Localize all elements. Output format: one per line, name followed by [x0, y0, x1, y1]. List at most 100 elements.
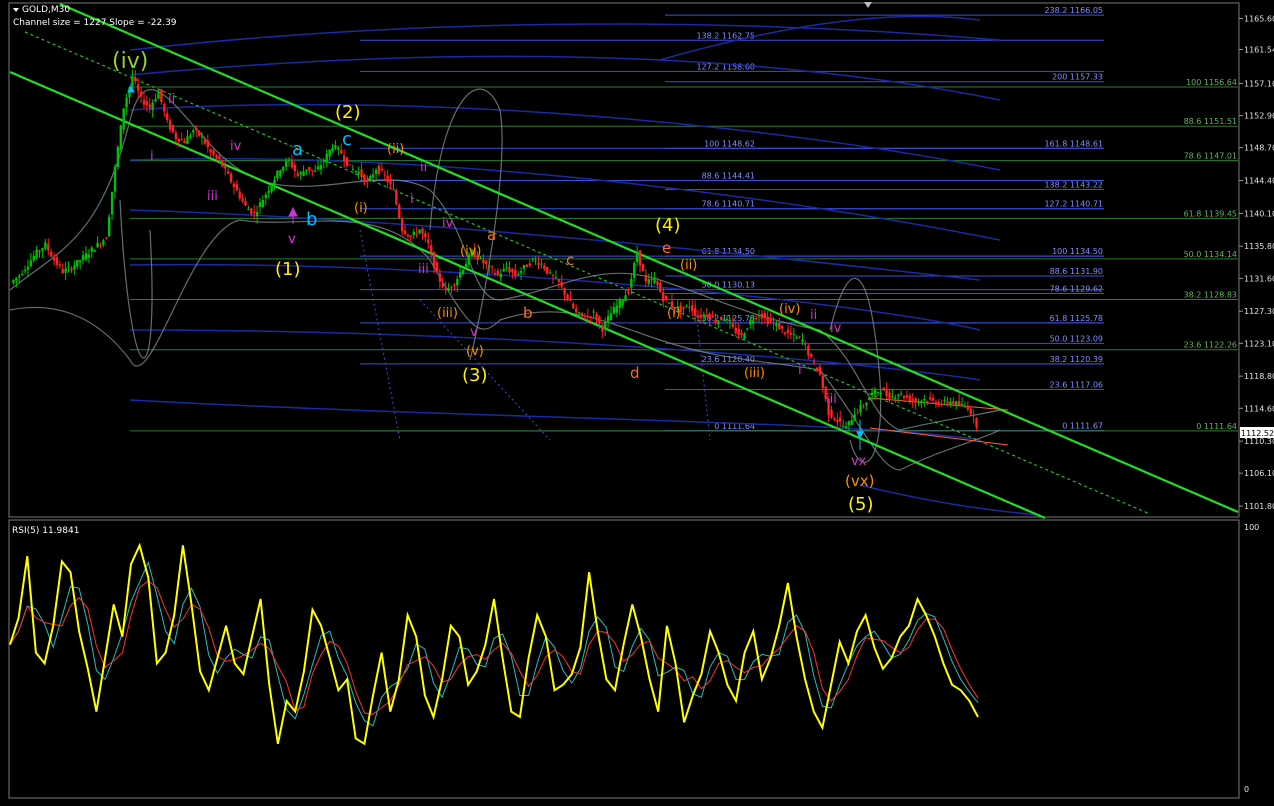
candle-down	[253, 212, 256, 214]
candle-up	[859, 405, 862, 413]
wave-label: (iii)	[744, 366, 765, 381]
candle-down	[763, 313, 766, 318]
candle-down	[105, 237, 108, 240]
fib-green-label: 88.6 1151.51	[1184, 117, 1237, 126]
fib-green-label: 50.0 1134.14	[1184, 250, 1237, 259]
candle-up	[102, 240, 105, 245]
wave-label: (3)	[462, 365, 488, 386]
candle-down	[58, 264, 62, 266]
wave-label: i	[410, 192, 414, 207]
fib-green-label: 0 1111.64	[1196, 422, 1237, 431]
candle-down	[195, 127, 198, 130]
candle-down	[691, 305, 694, 312]
candle-up	[328, 149, 331, 157]
price-tick-label: 1135.80	[1244, 242, 1274, 251]
candle-down	[366, 179, 369, 183]
wave-label: e	[662, 239, 671, 257]
candle-down	[493, 273, 497, 275]
candle-up	[44, 242, 47, 249]
candle-down	[180, 139, 183, 141]
candle-up	[650, 278, 653, 280]
candle-down	[601, 324, 604, 332]
candle-down	[363, 174, 366, 183]
candle-up	[119, 125, 122, 151]
candle-down	[55, 257, 59, 265]
candle-up	[125, 97, 128, 108]
candle-up	[299, 172, 302, 175]
candle-up	[531, 258, 534, 260]
candle-down	[856, 412, 859, 414]
fib-blue-right-label: 50.0 1123.09	[1050, 334, 1103, 343]
candle-down	[348, 164, 352, 166]
candle-down	[427, 239, 430, 244]
candle-down	[183, 140, 186, 144]
candle-down	[250, 208, 253, 215]
candle-down	[70, 268, 73, 271]
candle-down	[940, 403, 943, 405]
candle-up	[157, 91, 160, 99]
wave-label: (ii)	[680, 258, 697, 273]
candle-up	[287, 159, 291, 161]
candle-up	[577, 312, 581, 314]
candle-up	[334, 144, 337, 149]
candle-down	[662, 292, 665, 302]
candle-down	[812, 361, 816, 363]
candle-down	[830, 409, 833, 418]
fib-blue-right-label: 78.6 1129.62	[1050, 284, 1103, 293]
candle-down	[403, 230, 407, 235]
candle-down	[485, 260, 488, 264]
wave-label: a	[487, 226, 496, 244]
candle-down	[644, 274, 648, 282]
rsi-tick-label: 100	[1244, 523, 1259, 532]
candle-down	[908, 395, 912, 402]
candle-down	[580, 312, 584, 316]
candle-up	[151, 102, 154, 110]
candle-up	[273, 179, 276, 187]
candle-up	[357, 171, 360, 174]
candle-down	[783, 332, 787, 335]
candle-down	[49, 252, 53, 257]
candle-up	[447, 287, 450, 291]
candle-down	[696, 315, 700, 319]
candle-up	[868, 397, 871, 401]
candle-down	[737, 328, 740, 335]
price-tick-label: 1110.30	[1244, 437, 1274, 446]
candle-up	[606, 316, 610, 322]
candle-down	[232, 183, 236, 188]
candle-down	[598, 316, 601, 324]
wave-label: (v)	[466, 344, 484, 359]
candle-up	[73, 265, 76, 270]
candle-up	[847, 420, 851, 426]
candle-down	[145, 101, 149, 106]
candle-down	[720, 316, 723, 320]
candle-up	[751, 320, 755, 324]
fib-blue-left-label: 88.6 1144.41	[702, 171, 755, 180]
fib-green-label: 23.6 1122.26	[1184, 341, 1237, 350]
wave-label: (iv)	[112, 49, 148, 74]
price-tick-label: 1123.10	[1244, 339, 1274, 348]
candle-down	[221, 159, 224, 167]
candle-down	[165, 113, 169, 120]
candle-up	[64, 268, 67, 273]
candle-down	[972, 414, 975, 416]
candle-down	[453, 284, 456, 286]
candle-down	[966, 405, 970, 410]
wave-label: (5)	[848, 494, 874, 515]
candle-down	[134, 76, 137, 82]
price-tick-label: 1131.60	[1244, 274, 1274, 283]
candle-up	[899, 393, 903, 395]
candle-down	[659, 283, 662, 293]
candle-up	[81, 255, 85, 261]
candle-down	[740, 332, 743, 335]
wave-label: vx	[851, 454, 867, 469]
candle-up	[279, 170, 282, 176]
candle-up	[337, 147, 340, 150]
candle-up	[702, 314, 706, 317]
candle-down	[772, 322, 775, 324]
candle-down	[699, 314, 703, 318]
candle-down	[421, 228, 424, 234]
candle-down	[734, 327, 737, 334]
candle-down	[705, 314, 708, 316]
wave-label: iii	[418, 262, 429, 277]
candle-up	[247, 209, 250, 211]
